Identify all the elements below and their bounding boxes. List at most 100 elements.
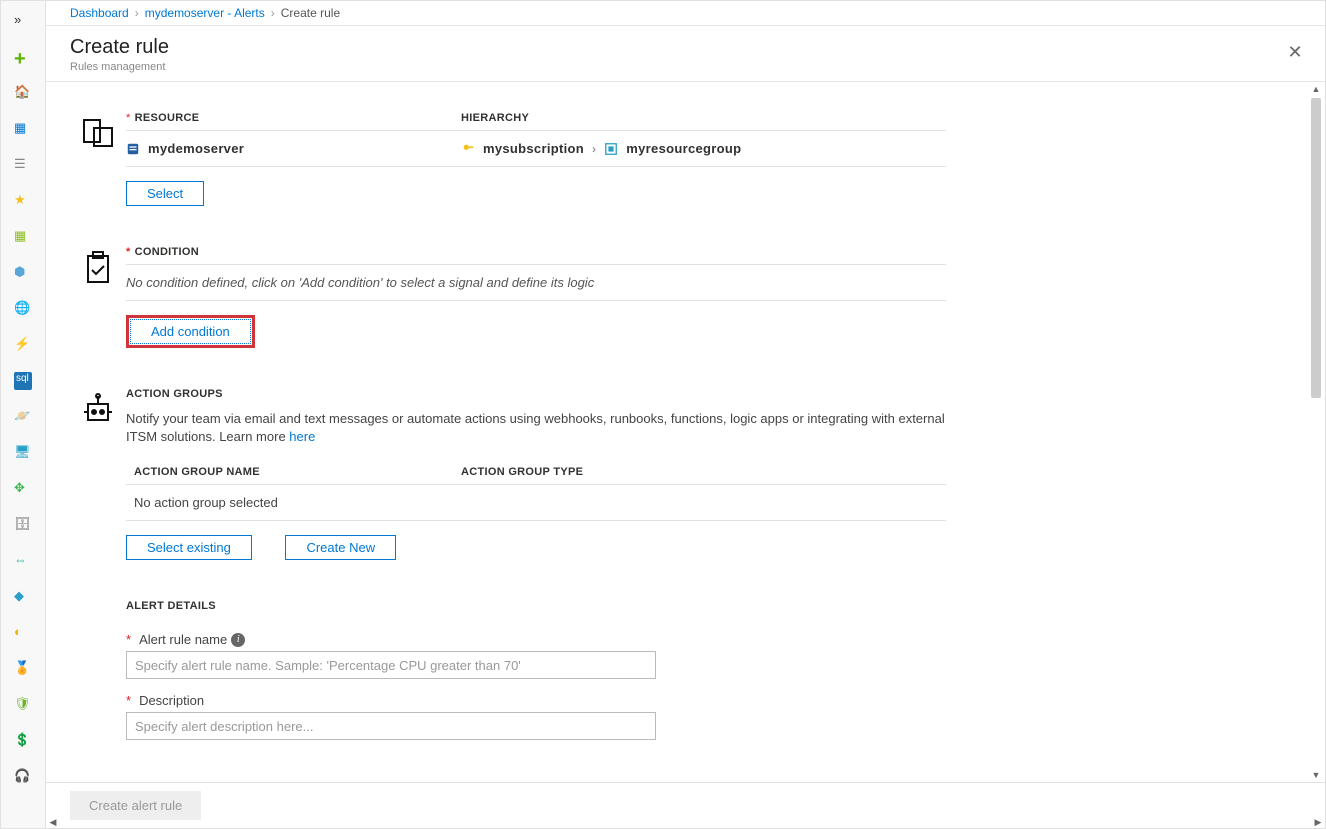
rail-monitor-button[interactable]: ◐ bbox=[9, 619, 37, 647]
rail-globe-button[interactable]: 🌐 bbox=[9, 295, 37, 323]
rail-advisor-button[interactable]: 🏅 bbox=[9, 655, 37, 683]
rail-storage-button[interactable]: 🗄 bbox=[9, 511, 37, 539]
close-icon: ✕ bbox=[1287, 42, 1302, 63]
resource-icon bbox=[80, 116, 116, 152]
condition-header: CONDITION bbox=[135, 246, 199, 258]
rail-loadbalancer-button[interactable]: ✥ bbox=[9, 475, 37, 503]
main-column: Dashboard › mydemoserver - Alerts › Crea… bbox=[46, 1, 1325, 828]
resource-name: mydemoserver bbox=[148, 141, 244, 156]
breadcrumb-parent-link[interactable]: mydemoserver - Alerts bbox=[145, 6, 265, 20]
action-groups-header: ACTION GROUPS bbox=[126, 388, 223, 400]
clipboard-check-icon bbox=[80, 250, 116, 286]
key-icon bbox=[461, 142, 475, 156]
rail-allresources-button[interactable]: ☰ bbox=[9, 151, 37, 179]
select-resource-button[interactable]: Select bbox=[126, 181, 204, 206]
support-icon: 🎧 bbox=[14, 768, 32, 786]
alert-rule-name-input[interactable] bbox=[126, 651, 656, 679]
rail-aad-button[interactable]: ◆ bbox=[9, 583, 37, 611]
home-icon: 🏠 bbox=[14, 84, 32, 102]
ag-empty-row: No action group selected bbox=[126, 485, 946, 521]
breadcrumb-current: Create rule bbox=[281, 6, 340, 20]
vertical-scrollbar[interactable]: ▲ ▼ bbox=[1309, 82, 1323, 782]
lightning-icon: ⚡ bbox=[14, 336, 32, 354]
action-groups-description: Notify your team via email and text mess… bbox=[126, 410, 946, 446]
hierarchy-header: HIERARCHY bbox=[461, 112, 529, 124]
alert-details-header: ALERT DETAILS bbox=[126, 600, 216, 612]
sql-icon: sql bbox=[14, 372, 32, 390]
server-icon bbox=[126, 142, 140, 156]
action-groups-section: ACTION GROUPS Notify your team via email… bbox=[46, 388, 1325, 600]
rail-grid-button[interactable]: ▦ bbox=[9, 223, 37, 251]
ag-col-name: ACTION GROUP NAME bbox=[126, 466, 461, 478]
alert-details-section: ALERT DETAILS * Alert rule name i * Desc… bbox=[46, 600, 1325, 750]
cube-icon: ⬢ bbox=[14, 264, 32, 282]
ag-empty-text: No action group selected bbox=[126, 495, 461, 510]
resource-section: *RESOURCE HIERARCHY mydemoserver mysubsc… bbox=[46, 112, 1325, 246]
chevron-right-icon: › bbox=[592, 142, 596, 156]
add-condition-button[interactable]: Add condition bbox=[130, 319, 251, 344]
resourcegroup-name: myresourcegroup bbox=[626, 141, 741, 156]
vm-icon: 🖥 bbox=[14, 444, 32, 462]
info-icon[interactable]: i bbox=[231, 633, 245, 647]
footer-bar: Create alert rule ◀ ▶ bbox=[46, 782, 1325, 828]
breadcrumb: Dashboard › mydemoserver - Alerts › Crea… bbox=[46, 1, 1325, 26]
condition-section: *CONDITION No condition defined, click o… bbox=[46, 246, 1325, 388]
resourcegroup-icon bbox=[604, 142, 618, 156]
resource-header: RESOURCE bbox=[135, 112, 200, 124]
rail-dashboard-button[interactable]: ▦ bbox=[9, 115, 37, 143]
list-icon: ☰ bbox=[14, 156, 32, 174]
storage-icon: 🗄 bbox=[14, 516, 32, 534]
rail-help-button[interactable]: 🎧 bbox=[9, 763, 37, 791]
condition-helper-text: No condition defined, click on 'Add cond… bbox=[126, 264, 946, 301]
breadcrumb-dashboard-link[interactable]: Dashboard bbox=[70, 6, 129, 20]
scroll-left-icon[interactable]: ◀ bbox=[46, 815, 60, 829]
rail-cosmos-button[interactable]: 🪐 bbox=[9, 403, 37, 431]
action-groups-table: ACTION GROUP NAME ACTION GROUP TYPE No a… bbox=[126, 460, 946, 521]
rail-favorites-button[interactable]: ★ bbox=[9, 187, 37, 215]
chevron-right-icon: › bbox=[135, 6, 139, 20]
horizontal-scrollbar[interactable]: ◀ ▶ bbox=[46, 815, 1325, 829]
learn-more-link[interactable]: here bbox=[289, 429, 315, 444]
rail-expand-button[interactable]: » bbox=[9, 7, 37, 35]
close-button[interactable]: ✕ bbox=[1283, 40, 1307, 64]
network-icon: ⇔ bbox=[14, 552, 32, 570]
plus-icon: + bbox=[14, 48, 32, 66]
rail-home-button[interactable]: 🏠 bbox=[9, 79, 37, 107]
chevron-right-double-icon: » bbox=[14, 12, 32, 30]
rail-functions-button[interactable]: ⚡ bbox=[9, 331, 37, 359]
rail-cube-button[interactable]: ⬢ bbox=[9, 259, 37, 287]
page-title: Create rule bbox=[70, 36, 169, 59]
scroll-down-icon[interactable]: ▼ bbox=[1309, 768, 1323, 782]
subscription-name: mysubscription bbox=[483, 141, 584, 156]
left-nav-rail: » + 🏠 ▦ ☰ ★ ▦ ⬢ 🌐 ⚡ sql 🪐 🖥 ✥ 🗄 ⇔ ◆ ◐ 🏅 … bbox=[1, 1, 46, 828]
rail-security-button[interactable]: 🛡 bbox=[9, 691, 37, 719]
app-root: » + 🏠 ▦ ☰ ★ ▦ ⬢ 🌐 ⚡ sql 🪐 🖥 ✥ 🗄 ⇔ ◆ ◐ 🏅 … bbox=[0, 0, 1326, 829]
add-condition-highlight: Add condition bbox=[126, 315, 255, 348]
alert-description-input[interactable] bbox=[126, 712, 656, 740]
scroll-up-icon[interactable]: ▲ bbox=[1309, 82, 1323, 96]
scroll-thumb[interactable] bbox=[1311, 98, 1321, 398]
ag-col-type: ACTION GROUP TYPE bbox=[461, 466, 946, 478]
blade-header: Create rule Rules management ✕ bbox=[46, 26, 1325, 82]
content-area: *RESOURCE HIERARCHY mydemoserver mysubsc… bbox=[46, 82, 1325, 782]
alert-rule-name-label: Alert rule name bbox=[139, 632, 227, 647]
rail-cost-button[interactable]: 💲 bbox=[9, 727, 37, 755]
ribbon-icon: 🏅 bbox=[14, 660, 32, 678]
select-existing-button[interactable]: Select existing bbox=[126, 535, 252, 560]
create-new-button[interactable]: Create New bbox=[285, 535, 396, 560]
globe-icon: 🌐 bbox=[14, 300, 32, 318]
rail-create-button[interactable]: + bbox=[9, 43, 37, 71]
chevron-right-icon: › bbox=[271, 6, 275, 20]
scroll-right-icon[interactable]: ▶ bbox=[1311, 815, 1325, 829]
grid-icon: ▦ bbox=[14, 228, 32, 246]
robot-icon bbox=[80, 392, 116, 428]
rail-vm-button[interactable]: 🖥 bbox=[9, 439, 37, 467]
rail-network-button[interactable]: ⇔ bbox=[9, 547, 37, 575]
rail-sql-button[interactable]: sql bbox=[9, 367, 37, 395]
planet-icon: 🪐 bbox=[14, 408, 32, 426]
star-icon: ★ bbox=[14, 192, 32, 210]
shield-icon: 🛡 bbox=[14, 696, 32, 714]
loadbalancer-icon: ✥ bbox=[14, 480, 32, 498]
diamond-icon: ◆ bbox=[14, 588, 32, 606]
page-subtitle: Rules management bbox=[70, 61, 169, 73]
